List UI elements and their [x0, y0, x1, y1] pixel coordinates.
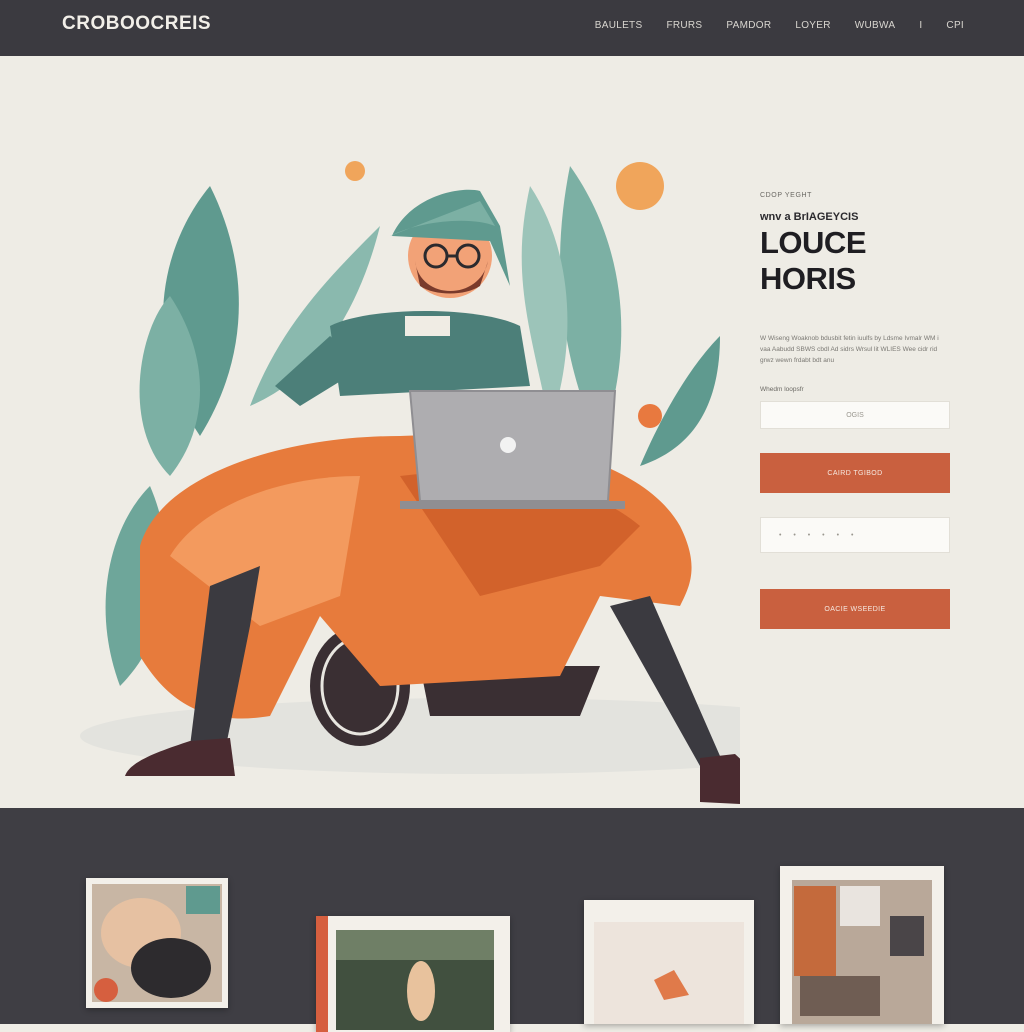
- nav-links: BAULETS FRURS PAMDOR LOYER WUBWA I CPI: [595, 20, 964, 31]
- accent-circle-1: [616, 162, 664, 210]
- nav-link-6[interactable]: I: [919, 20, 922, 31]
- hero-headline: LOUCE HORIS: [760, 225, 867, 296]
- photo-thumbnail-1: [92, 884, 222, 1002]
- top-nav-bar: CROBOOCREIS BAULETS FRURS PAMDOR LOYER W…: [0, 0, 1024, 56]
- nav-link-1[interactable]: BAULETS: [595, 20, 643, 31]
- gallery-card-1[interactable]: [86, 878, 228, 1008]
- nav-link-7[interactable]: CPI: [946, 20, 964, 31]
- hero-section: CDOP YEGHT wnv a BrIAGEYCIS LOUCE HORIS …: [0, 56, 1024, 808]
- nav-link-2[interactable]: FRURS: [666, 20, 702, 31]
- accent-circle-2: [345, 161, 365, 181]
- apple-logo-icon: [500, 437, 516, 453]
- text-input-field[interactable]: OGIS: [760, 401, 950, 429]
- nav-link-4[interactable]: LOYER: [795, 20, 830, 31]
- photo-thumbnail-3: [594, 922, 744, 1024]
- gallery-card-2[interactable]: [316, 916, 510, 1032]
- hero-illustration: [80, 161, 740, 804]
- nav-link-3[interactable]: PAMDOR: [726, 20, 771, 31]
- password-input-field[interactable]: • • • • • •: [760, 517, 950, 553]
- nav-link-5[interactable]: WUBWA: [855, 20, 896, 31]
- accent-circle-3: [638, 404, 662, 428]
- photo-thumbnail-4: [792, 880, 932, 1024]
- hero-body-text: W Wiseng Woaknob bdusbit fetin iuulfs by…: [760, 335, 939, 364]
- eyebrow-text: CDOP YEGHT: [760, 192, 813, 199]
- laptop: [400, 390, 625, 509]
- gallery-section: [0, 808, 1024, 1032]
- primary-button[interactable]: CAIRD TGIBOD: [760, 453, 950, 493]
- field-label: Whedm loopsfr: [760, 386, 804, 393]
- secondary-button[interactable]: OACIE WSEEDIE: [760, 589, 950, 629]
- shoe-right: [700, 754, 740, 804]
- gallery-card-4[interactable]: [780, 866, 944, 1024]
- brand-name[interactable]: CROBOOCREIS: [62, 13, 211, 35]
- kicker-text: wnv a BrIAGEYCIS: [760, 211, 859, 223]
- photo-thumbnail-2: [316, 916, 494, 1032]
- signup-panel: CDOP YEGHT wnv a BrIAGEYCIS LOUCE HORIS …: [760, 192, 960, 629]
- gallery-card-3[interactable]: [584, 900, 754, 1024]
